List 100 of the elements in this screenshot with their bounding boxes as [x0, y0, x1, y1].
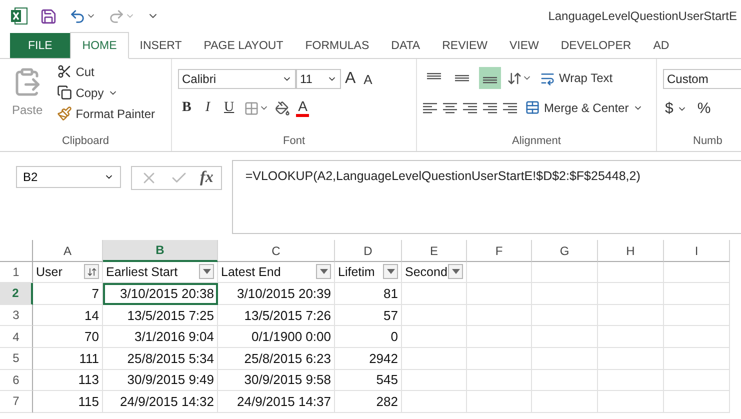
- triangle-down-icon[interactable]: [320, 269, 328, 274]
- table-cell: 30/9/2015 9:49: [103, 370, 218, 392]
- ribbon-tab[interactable]: HOME: [70, 32, 129, 59]
- middle-align-icon[interactable]: [455, 72, 469, 84]
- table-cell: [598, 391, 664, 413]
- triangle-down-icon[interactable]: [386, 269, 394, 274]
- paste-button[interactable]: Paste: [6, 63, 49, 135]
- undo-icon[interactable]: [69, 8, 86, 24]
- underline-button[interactable]: U: [220, 100, 238, 116]
- table-cell: [664, 348, 730, 370]
- shrink-font-button[interactable]: A: [360, 72, 376, 86]
- table-cell: [402, 348, 467, 370]
- ribbon-tab[interactable]: VIEW: [498, 33, 550, 58]
- table-cell: [598, 304, 664, 326]
- header-text: Latest End: [221, 264, 281, 279]
- row-header[interactable]: 4: [0, 326, 33, 348]
- column-header[interactable]: I: [664, 240, 730, 262]
- table-cell: [598, 283, 664, 305]
- orientation-icon[interactable]: [507, 70, 522, 86]
- table-cell: [532, 348, 598, 370]
- table-cell: 115: [33, 391, 103, 413]
- filter-button[interactable]: [448, 264, 463, 280]
- table-cell: 81: [335, 283, 402, 305]
- merge-icon[interactable]: [525, 100, 540, 115]
- font-name-field[interactable]: Calibri: [178, 69, 296, 89]
- save-icon[interactable]: [40, 8, 57, 24]
- filter-button[interactable]: [383, 264, 398, 280]
- row-header[interactable]: 6: [0, 370, 33, 392]
- table-cell: 25/8/2015 5:34: [103, 348, 218, 370]
- table-cell: [598, 326, 664, 348]
- number-format-field[interactable]: Custom: [663, 69, 741, 89]
- row-header[interactable]: 5: [0, 348, 33, 370]
- column-header[interactable]: B: [103, 240, 218, 262]
- row-header[interactable]: 3: [0, 304, 33, 326]
- name-box[interactable]: B2: [16, 166, 121, 188]
- copy-button[interactable]: Copy: [54, 84, 158, 101]
- grow-font-button[interactable]: A: [341, 70, 360, 88]
- column-header[interactable]: A: [33, 240, 103, 262]
- borders-icon[interactable]: [244, 100, 260, 116]
- table-cell: 25/8/2015 6:23: [218, 348, 335, 370]
- scissors-icon[interactable]: [56, 64, 72, 79]
- table-cell: [402, 304, 467, 326]
- paint-bucket-icon[interactable]: [275, 100, 290, 116]
- table-cell: 24/9/2015 14:37: [218, 391, 335, 413]
- decrease-indent-icon[interactable]: [483, 102, 497, 114]
- percent-button[interactable]: %: [695, 99, 713, 118]
- table-cell: [402, 391, 467, 413]
- font-size-field[interactable]: 11: [296, 69, 341, 89]
- copy-icon[interactable]: [56, 85, 72, 100]
- align-left-icon[interactable]: [423, 102, 437, 114]
- ribbon-tab[interactable]: DATA: [380, 33, 432, 58]
- align-right-icon[interactable]: [463, 102, 477, 114]
- active-cell: 3/10/2015 20:38: [103, 283, 218, 305]
- column-header[interactable]: F: [467, 240, 532, 262]
- italic-button[interactable]: I: [201, 100, 214, 116]
- table-cell: [467, 348, 532, 370]
- table-cell: [664, 370, 730, 392]
- paintbrush-icon[interactable]: [56, 106, 72, 121]
- filter-button[interactable]: [199, 264, 214, 280]
- row-header[interactable]: 7: [0, 391, 33, 413]
- table-cell: [532, 262, 598, 284]
- format-painter-button[interactable]: Format Painter: [54, 105, 158, 122]
- bottom-align-button[interactable]: [479, 67, 501, 89]
- wrap-text-button[interactable]: Wrap Text: [538, 70, 615, 86]
- header-text: Lifetim: [338, 264, 375, 279]
- column-header[interactable]: E: [402, 240, 467, 262]
- triangle-down-icon[interactable]: [452, 269, 460, 274]
- merge-center-button[interactable]: Merge & Center: [523, 99, 645, 116]
- table-cell: 30/9/2015 9:58: [218, 370, 335, 392]
- table-cell: [467, 283, 532, 305]
- table-cell: [467, 304, 532, 326]
- wrap-text-icon[interactable]: [540, 70, 555, 86]
- font-color-button[interactable]: A: [296, 99, 310, 117]
- column-header[interactable]: G: [532, 240, 598, 262]
- group-label: Alignment: [511, 135, 562, 149]
- table-cell: [664, 304, 730, 326]
- column-header[interactable]: H: [598, 240, 664, 262]
- row-header[interactable]: 2: [0, 283, 33, 305]
- increase-indent-icon[interactable]: [503, 102, 517, 114]
- cut-button[interactable]: Cut: [54, 63, 158, 80]
- ribbon-tab[interactable]: DEVELOPER: [550, 33, 642, 58]
- ribbon-tab[interactable]: INSERT: [128, 33, 193, 58]
- table-cell: 57: [335, 304, 402, 326]
- column-header[interactable]: C: [218, 240, 335, 262]
- formula-field[interactable]: =VLOOKUP(A2,LanguageLevelQuestionUserStartE!$D$2:$F$25448,2): [232, 160, 741, 234]
- window-title: LanguageLevelQuestionUserStartE: [548, 9, 737, 23]
- insert-function-button[interactable]: fx: [200, 169, 214, 187]
- align-center-icon[interactable]: [443, 102, 457, 114]
- ribbon-tab[interactable]: PAGE LAYOUT: [192, 33, 294, 58]
- ribbon-tab[interactable]: FORMULAS: [294, 33, 380, 58]
- ribbon-tab[interactable]: REVIEW: [431, 33, 498, 58]
- ribbon-tab[interactable]: AD: [642, 33, 680, 58]
- currency-button[interactable]: $: [663, 99, 690, 118]
- triangle-down-icon[interactable]: [202, 269, 210, 274]
- ribbon-tab[interactable]: FILE: [10, 33, 70, 58]
- filter-button[interactable]: [316, 264, 331, 280]
- row-header[interactable]: 1: [0, 262, 33, 284]
- bold-button[interactable]: B: [178, 100, 196, 116]
- table-cell: 282: [335, 391, 402, 413]
- column-header[interactable]: D: [335, 240, 402, 262]
